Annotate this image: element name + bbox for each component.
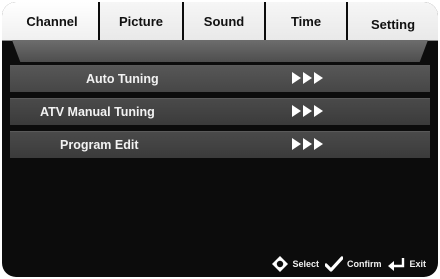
return-arrow-icon xyxy=(387,257,405,271)
hint-confirm: Confirm xyxy=(324,256,382,272)
hint-exit-label: Exit xyxy=(409,259,426,269)
panel-header-strip xyxy=(12,40,428,62)
tab-bar: Channel Picture Sound Time Setting xyxy=(2,2,438,44)
tab-picture[interactable]: Picture xyxy=(100,2,184,40)
tv-menu-window: Channel Picture Sound Time Setting Auto … xyxy=(2,2,438,277)
hint-confirm-label: Confirm xyxy=(346,259,382,269)
triple-arrow-right-icon xyxy=(292,138,323,150)
menu-item-program-edit[interactable]: Program Edit xyxy=(10,131,430,158)
tab-sound[interactable]: Sound xyxy=(184,2,266,40)
tab-time[interactable]: Time xyxy=(266,2,348,40)
checkmark-icon xyxy=(324,256,343,272)
menu-item-atv-manual-tuning[interactable]: ATV Manual Tuning xyxy=(10,98,430,125)
menu-item-label: ATV Manual Tuning xyxy=(40,105,155,119)
hint-select-label: Select xyxy=(292,259,319,269)
menu-item-auto-tuning[interactable]: Auto Tuning xyxy=(10,65,430,92)
hint-exit: Exit xyxy=(387,257,426,271)
dpad-icon xyxy=(272,256,289,272)
hint-bar: Select Confirm Exit xyxy=(2,254,438,274)
menu-item-label: Program Edit xyxy=(60,138,139,152)
channel-menu: Auto Tuning ATV Manual Tuning Program Ed… xyxy=(10,65,430,164)
menu-item-label: Auto Tuning xyxy=(86,72,159,86)
tab-channel[interactable]: Channel xyxy=(2,2,100,40)
tab-setting[interactable]: Setting xyxy=(348,2,438,40)
triple-arrow-right-icon xyxy=(292,105,323,117)
hint-select: Select xyxy=(272,256,319,272)
triple-arrow-right-icon xyxy=(292,72,323,84)
